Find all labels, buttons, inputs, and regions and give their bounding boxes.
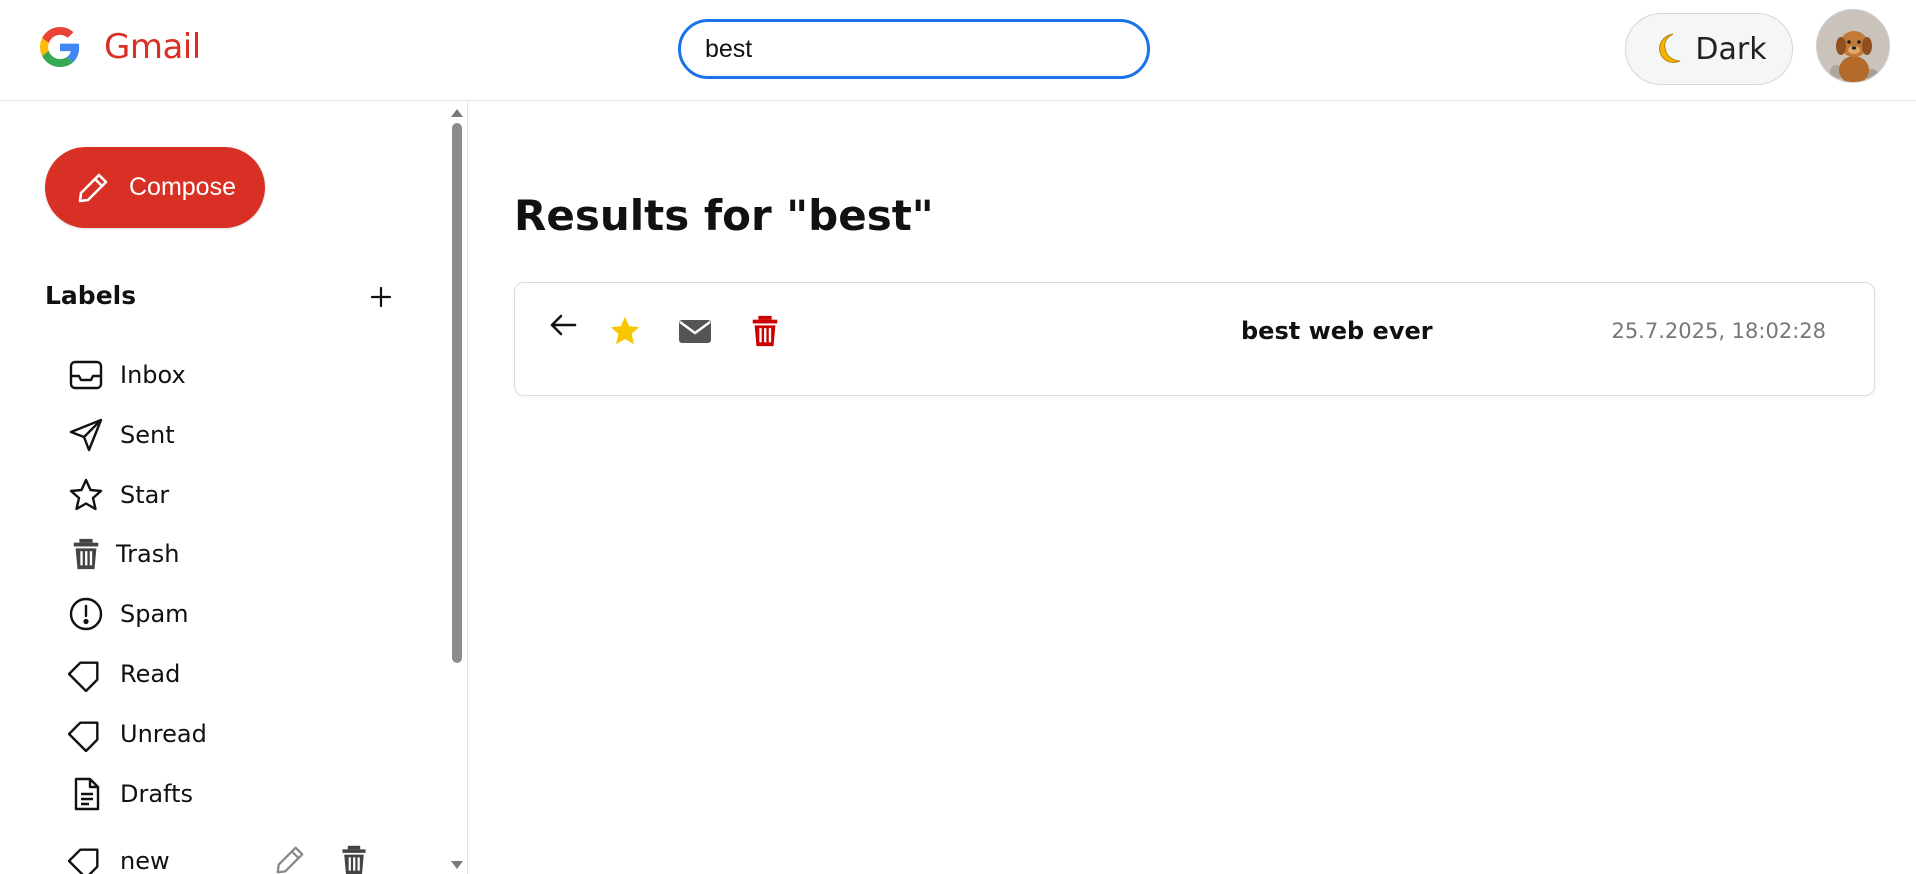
sidebar-item-label: Sent — [120, 421, 175, 449]
dark-mode-toggle-button[interactable]: Dark — [1625, 13, 1793, 85]
top-bar: Gmail Dark — [0, 0, 1916, 101]
search-box[interactable] — [678, 19, 1150, 79]
google-logo-icon — [40, 27, 80, 67]
scroll-up-arrow-icon[interactable] — [451, 109, 463, 117]
trash-icon — [752, 315, 778, 347]
sidebar-item-label: new — [120, 847, 170, 874]
delete-label-button[interactable] — [336, 840, 372, 874]
brand[interactable]: Gmail — [40, 27, 201, 67]
sidebar-scrollbar[interactable] — [446, 101, 466, 874]
sidebar-item-label: Read — [120, 660, 181, 688]
sidebar-item-spam[interactable]: Spam — [66, 591, 386, 637]
avatar-photo — [1817, 10, 1889, 82]
sidebar: Compose Labels Inbox Sent Star Trash Spa… — [0, 101, 468, 874]
send-icon — [66, 415, 106, 455]
sidebar-item-label: Unread — [120, 720, 207, 748]
sidebar-item-read[interactable]: Read — [66, 651, 386, 697]
scrollbar-thumb[interactable] — [452, 123, 462, 663]
star-filled-icon — [610, 316, 640, 345]
compose-button[interactable]: Compose — [45, 147, 265, 228]
edit-label-button[interactable] — [272, 840, 308, 874]
brand-name: Gmail — [104, 27, 201, 67]
sidebar-item-label: Trash — [116, 540, 180, 568]
tag-icon — [66, 841, 106, 874]
tag-icon — [66, 714, 106, 754]
add-label-button[interactable] — [363, 279, 399, 315]
main-content: Results for "best" best web ever 25.7.20… — [469, 101, 1916, 874]
sidebar-item-star[interactable]: Star — [66, 472, 386, 518]
sidebar-item-label: Star — [120, 481, 170, 509]
back-button[interactable] — [541, 303, 585, 347]
search-input[interactable] — [681, 22, 1147, 76]
user-avatar[interactable] — [1816, 9, 1890, 83]
mail-subject: best web ever — [1241, 317, 1433, 345]
sidebar-item-label: Inbox — [120, 361, 186, 389]
delete-mail-button[interactable] — [743, 309, 787, 353]
arrow-left-icon — [550, 314, 577, 336]
trash-icon — [66, 534, 106, 574]
document-icon — [66, 774, 106, 814]
envelope-icon — [679, 320, 711, 343]
sidebar-item-trash[interactable]: Trash — [66, 531, 386, 577]
mark-read-button[interactable] — [673, 309, 717, 353]
sidebar-item-unread[interactable]: Unread — [66, 711, 386, 757]
labels-title: Labels — [45, 281, 137, 310]
mail-date: 25.7.2025, 18:02:28 — [1611, 319, 1826, 343]
trash-icon — [342, 845, 366, 874]
tag-icon — [66, 654, 106, 694]
results-title: Results for "best" — [514, 191, 934, 240]
sidebar-item-drafts[interactable]: Drafts — [66, 771, 386, 817]
inbox-icon — [66, 355, 106, 395]
alert-circle-icon — [66, 594, 106, 634]
labels-header: Labels — [45, 281, 395, 321]
scroll-down-arrow-icon[interactable] — [451, 861, 463, 869]
moon-icon — [1659, 33, 1681, 63]
pencil-icon — [276, 846, 304, 874]
sidebar-item-inbox[interactable]: Inbox — [66, 352, 386, 398]
dark-mode-label: Dark — [1695, 31, 1767, 67]
sidebar-item-label: Spam — [120, 600, 189, 628]
plus-icon — [370, 286, 392, 308]
pencil-icon — [78, 173, 108, 202]
compose-label: Compose — [129, 173, 236, 201]
sidebar-item-label: Drafts — [120, 780, 193, 808]
mail-list-item[interactable]: best web ever 25.7.2025, 18:02:28 — [514, 282, 1875, 396]
star-outline-icon — [66, 475, 106, 515]
sidebar-item-sent[interactable]: Sent — [66, 412, 386, 458]
star-toggle-button[interactable] — [603, 309, 647, 353]
sidebar-item-new[interactable]: new — [66, 838, 386, 874]
